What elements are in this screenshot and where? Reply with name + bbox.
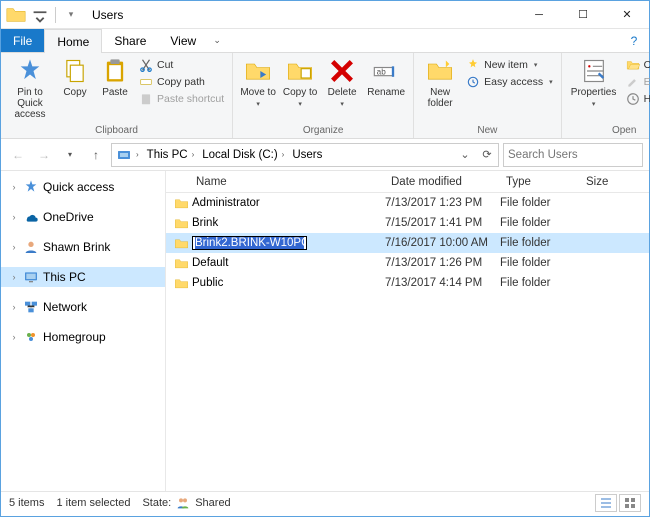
window-title: Users: [86, 8, 517, 22]
paste-shortcut-button[interactable]: Paste shortcut: [137, 91, 226, 107]
address-dropdown-icon[interactable]: ⌄: [454, 144, 476, 166]
folder-icon: [172, 256, 190, 271]
paste-button[interactable]: Paste: [95, 55, 135, 100]
move-to-button[interactable]: Move to▾: [237, 55, 279, 110]
status-item-count: 5 items: [9, 497, 44, 509]
folder-icon: [172, 236, 190, 251]
search-input[interactable]: [508, 149, 650, 161]
ribbon-tabs: File Home Share View ⌄ ?: [1, 29, 649, 53]
rename-input[interactable]: [192, 236, 307, 250]
file-date: 7/15/2017 1:41 PM: [385, 217, 500, 229]
pin-to-quick-access-button[interactable]: Pin to Quick access: [5, 55, 55, 122]
details-view-button[interactable]: [595, 494, 617, 512]
address-bar[interactable]: › This PC› Local Disk (C:)› Users ⌄ ⟳: [111, 143, 499, 167]
nav-user[interactable]: ›Shawn Brink: [1, 237, 165, 257]
nav-network[interactable]: ›Network: [1, 297, 165, 317]
col-size[interactable]: Size: [580, 176, 649, 188]
breadcrumb-segment: Local Disk (C:)›: [198, 144, 288, 166]
folder-icon: [172, 276, 190, 291]
file-name: Public: [192, 277, 223, 289]
help-icon[interactable]: ?: [625, 29, 649, 52]
nav-homegroup[interactable]: ›Homegroup: [1, 327, 165, 347]
column-headers[interactable]: Name Date modified Type Size: [166, 171, 649, 193]
status-state: State: Shared: [142, 495, 230, 511]
file-date: 7/13/2017 1:23 PM: [385, 197, 500, 209]
qat-overflow-icon[interactable]: ▾: [60, 5, 82, 25]
open-button[interactable]: Open▾: [624, 57, 650, 73]
recent-locations-button[interactable]: ▾: [59, 144, 81, 166]
copy-path-button[interactable]: Copy path: [137, 74, 226, 90]
tab-home[interactable]: Home: [44, 29, 102, 53]
qat-dropdown-icon[interactable]: [29, 5, 51, 25]
folder-icon: [172, 216, 190, 231]
tab-file[interactable]: File: [1, 29, 44, 52]
file-type: File folder: [500, 197, 580, 209]
properties-button[interactable]: Properties▾: [566, 55, 622, 110]
nav-quick-access[interactable]: ›Quick access: [1, 177, 165, 197]
file-date: 7/16/2017 10:00 AM: [385, 237, 500, 249]
file-list: Name Date modified Type Size Administrat…: [166, 171, 649, 491]
folder-icon: [172, 196, 190, 211]
up-button[interactable]: ↑: [85, 144, 107, 166]
status-bar: 5 items 1 item selected State: Shared: [1, 491, 649, 513]
file-name: Brink: [192, 217, 218, 229]
file-name: Default: [192, 257, 228, 269]
icons-view-button[interactable]: [619, 494, 641, 512]
group-organize: Move to▾ Copy to▾ Delete▾ ab Rename Orga…: [233, 53, 414, 138]
minimize-button[interactable]: ─: [517, 1, 561, 29]
ribbon: Pin to Quick access Copy Paste Cut Copy …: [1, 53, 649, 139]
copy-button[interactable]: Copy: [55, 55, 95, 100]
cut-button[interactable]: Cut: [137, 57, 226, 73]
file-row[interactable]: Default 7/13/2017 1:26 PMFile folder: [166, 253, 649, 273]
new-item-button[interactable]: New item▾: [464, 57, 554, 73]
navigation-pane: ›Quick access ›OneDrive ›Shawn Brink ›Th…: [1, 171, 166, 491]
forward-button[interactable]: →: [33, 144, 55, 166]
search-box[interactable]: 🔍: [503, 143, 643, 167]
breadcrumb-segment: This PC›: [143, 144, 199, 166]
group-new: New folder New item▾ Easy access▾ New: [414, 53, 561, 138]
group-open: Properties▾ Open▾ Edit History Open: [562, 53, 650, 138]
breadcrumb-segment: Users: [288, 144, 326, 166]
file-row[interactable]: Brink 7/15/2017 1:41 PMFile folder: [166, 213, 649, 233]
group-clipboard: Pin to Quick access Copy Paste Cut Copy …: [1, 53, 233, 138]
folder-icon: [5, 5, 27, 25]
col-name[interactable]: Name: [190, 176, 385, 188]
svg-text:ab: ab: [377, 68, 387, 77]
maximize-button[interactable]: ☐: [561, 1, 605, 29]
file-row[interactable]: Public 7/13/2017 4:14 PMFile folder: [166, 273, 649, 293]
file-type: File folder: [500, 237, 580, 249]
file-row[interactable]: 7/16/2017 10:00 AMFile folder: [166, 233, 649, 253]
title-bar: ▾ Users ─ ☐ ✕: [1, 1, 649, 29]
file-type: File folder: [500, 217, 580, 229]
file-date: 7/13/2017 1:26 PM: [385, 257, 500, 269]
file-row[interactable]: Administrator 7/13/2017 1:23 PMFile folde…: [166, 193, 649, 213]
nav-onedrive[interactable]: ›OneDrive: [1, 207, 165, 227]
file-date: 7/13/2017 4:14 PM: [385, 277, 500, 289]
col-type[interactable]: Type: [500, 176, 580, 188]
close-button[interactable]: ✕: [605, 1, 649, 29]
ribbon-collapse-icon[interactable]: ⌄: [208, 29, 226, 52]
file-type: File folder: [500, 257, 580, 269]
edit-button[interactable]: Edit: [624, 74, 650, 90]
address-row: ← → ▾ ↑ › This PC› Local Disk (C:)› User…: [1, 139, 649, 171]
col-date[interactable]: Date modified: [385, 176, 500, 188]
file-name: Administrator: [192, 197, 260, 209]
copy-to-button[interactable]: Copy to▾: [279, 55, 321, 110]
delete-button[interactable]: Delete▾: [321, 55, 363, 110]
easy-access-button[interactable]: Easy access▾: [464, 74, 554, 90]
tab-share[interactable]: Share: [102, 29, 158, 52]
status-selected-count: 1 item selected: [56, 497, 130, 509]
refresh-icon[interactable]: ⟳: [476, 144, 498, 166]
back-button[interactable]: ←: [7, 144, 29, 166]
nav-this-pc[interactable]: ›This PC: [1, 267, 165, 287]
rename-button[interactable]: ab Rename: [363, 55, 409, 100]
tab-view[interactable]: View: [158, 29, 208, 52]
new-folder-button[interactable]: New folder: [418, 55, 462, 111]
history-button[interactable]: History: [624, 91, 650, 107]
file-type: File folder: [500, 277, 580, 289]
